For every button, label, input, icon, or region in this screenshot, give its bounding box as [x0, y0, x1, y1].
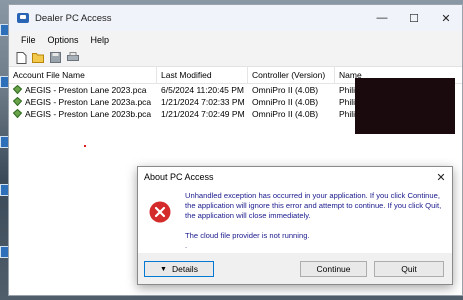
header-controller-version[interactable]: Controller (Version) — [248, 66, 335, 84]
save-icon[interactable] — [49, 51, 62, 64]
menu-file[interactable]: File — [15, 35, 42, 45]
title-bar[interactable]: Dealer PC Access — ☐ ✕ — [9, 5, 462, 31]
cursor-marker — [84, 145, 86, 147]
header-account-file-name[interactable]: Account File Name — [9, 66, 157, 84]
redacted-region — [355, 78, 455, 134]
file-name: AEGIS - Preston Lane 2023.pca — [25, 85, 147, 95]
quit-button[interactable]: Quit — [374, 261, 444, 277]
app-icon — [17, 13, 29, 23]
last-modified: 1/21/2024 7:02:49 PM — [161, 109, 245, 119]
account-file-icon — [13, 97, 22, 106]
dialog-title: About PC Access — [144, 172, 214, 182]
error-detail: The cloud file provider is not running. — [185, 231, 310, 240]
details-button[interactable]: ▼ Details — [144, 261, 214, 277]
dialog-title-bar[interactable]: About PC Access ✕ — [138, 167, 452, 187]
continue-button[interactable]: Continue — [300, 261, 367, 277]
last-modified: 1/21/2024 7:02:33 PM — [161, 97, 245, 107]
file-name: AEGIS - Preston Lane 2023a.pca — [25, 97, 152, 107]
header-last-modified[interactable]: Last Modified — [157, 66, 248, 84]
close-button[interactable]: ✕ — [430, 5, 462, 31]
open-folder-icon[interactable] — [32, 51, 45, 64]
toolbar — [9, 49, 462, 67]
menu-options[interactable]: Options — [42, 35, 85, 45]
account-file-icon — [13, 85, 22, 94]
error-message: Unhandled exception has occurred in your… — [185, 191, 442, 220]
menu-help[interactable]: Help — [85, 35, 116, 45]
minimize-button[interactable]: — — [366, 5, 398, 31]
print-icon[interactable] — [66, 51, 79, 64]
controller-version: OmniPro II (4.0B) — [252, 85, 319, 95]
error-detail-extra: . — [185, 241, 188, 250]
dialog-footer: ▼ Details Continue Quit — [138, 253, 452, 284]
dialog-close-button[interactable]: ✕ — [430, 171, 452, 184]
file-name: AEGIS - Preston Lane 2023b.pca — [25, 109, 152, 119]
maximize-button[interactable]: ☐ — [398, 5, 430, 31]
new-file-icon[interactable] — [15, 51, 28, 64]
chevron-down-icon: ▼ — [160, 265, 167, 273]
controller-version: OmniPro II (4.0B) — [252, 97, 319, 107]
account-file-icon — [13, 109, 22, 118]
menu-bar: File Options Help — [9, 31, 462, 49]
error-dialog: About PC Access ✕ Unhandled exception ha… — [137, 166, 453, 285]
window-title: Dealer PC Access — [35, 12, 112, 24]
last-modified: 6/5/2024 11:20:45 PM — [161, 85, 245, 95]
controller-version: OmniPro II (4.0B) — [252, 109, 319, 119]
error-icon — [149, 201, 171, 223]
details-label: Details — [171, 264, 198, 274]
dialog-body: Unhandled exception has occurred in your… — [138, 187, 452, 255]
